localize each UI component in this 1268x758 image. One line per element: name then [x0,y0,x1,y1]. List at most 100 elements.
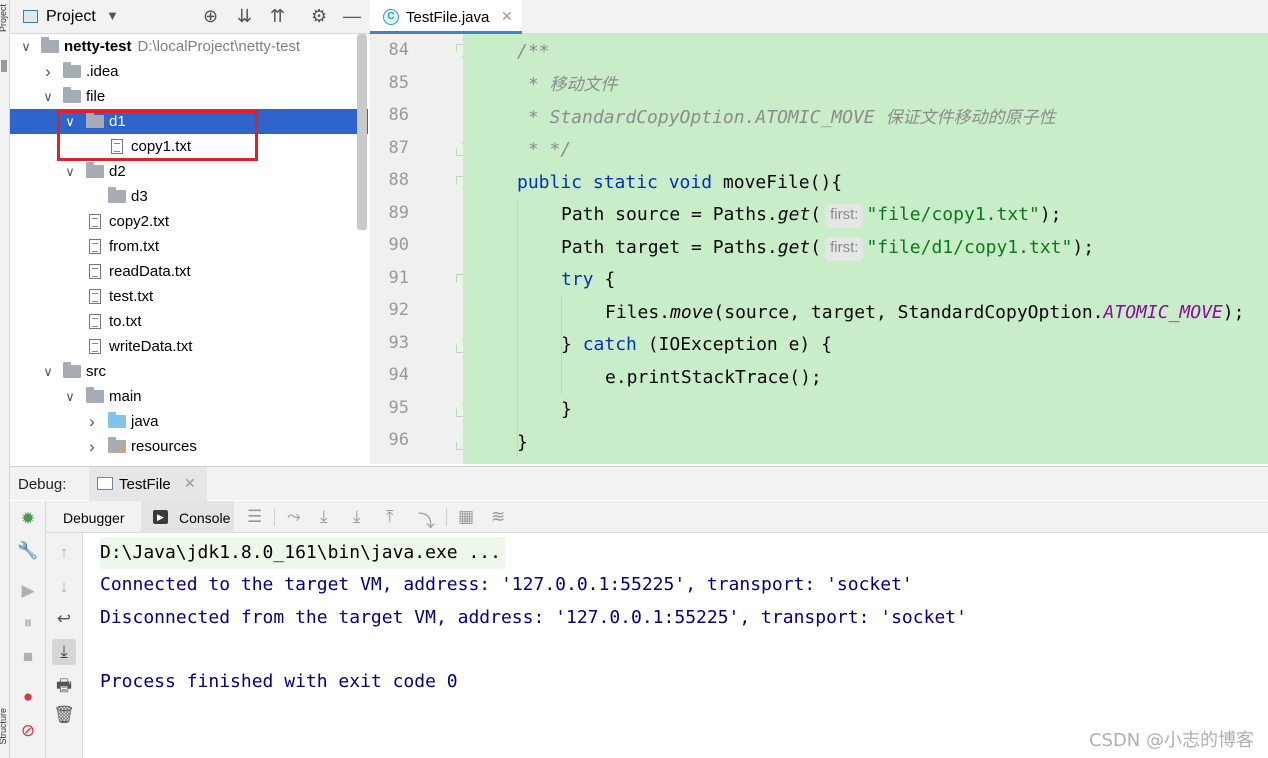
trace-settings-icon[interactable]: ≋ [491,507,505,527]
down-arrow-icon[interactable]: ↓ [52,577,76,597]
tree-item[interactable]: ∨ netty-test D:\localProject\netty-test [10,34,368,59]
up-arrow-icon[interactable]: ↑ [52,543,76,563]
line-number: 94 [388,365,409,385]
resume-icon[interactable]: ▶ [16,581,40,601]
chevron-down-icon[interactable]: ∨ [42,84,54,109]
text-file-icon [89,239,101,254]
editor-gutter: 84 85 86 87 88 89 90 91 92 93 94 95 96 [370,34,469,464]
tree-item[interactable]: › .idea [10,59,368,84]
folder-icon [63,362,81,378]
chevron-down-icon[interactable]: ∨ [64,159,76,184]
folder-icon [63,87,81,103]
tree-item[interactable]: writeData.txt [10,334,368,359]
toolbar-separator [274,508,275,526]
console-toolbar: ↑ ↓ ↩ ⤓ 🖶 🗑 [46,533,83,758]
code-line-92: Files.move(source, target, StandardCopyO… [605,302,1245,323]
locate-icon[interactable]: ⊕ [203,6,218,26]
tree-item[interactable]: test.txt [10,284,368,309]
scroll-to-end-icon[interactable]: ⤓ [52,639,76,665]
folder-icon [63,62,81,78]
debug-label: Debug: [18,476,67,493]
tab-debugger[interactable]: Debugger [63,510,125,526]
tree-item[interactable]: readData.txt [10,259,368,284]
tree-item[interactable]: copy2.txt [10,209,368,234]
tree-item[interactable]: ∨ file [10,84,368,109]
step-over-icon[interactable]: ⤓ [320,507,328,527]
trash-icon[interactable]: 🗑 [52,705,76,725]
tree-item-label: test.txt [109,288,154,305]
module-folder-icon [41,37,59,53]
code-line-86: * StandardCopyOption.ATOMIC_MOVE 保证文件移动的… [517,107,1056,128]
chevron-down-icon[interactable]: ∨ [20,34,32,59]
collapse-all-icon[interactable]: ⇈ [270,6,285,26]
chevron-right-icon[interactable]: › [86,434,98,459]
step-into-icon[interactable]: ⤓ [353,507,361,527]
text-file-icon [89,289,101,304]
tree-item[interactable]: to.txt [10,309,368,334]
close-session-icon[interactable]: ✕ [184,475,196,492]
line-number: 88 [388,170,409,190]
tree-item[interactable]: › java [10,409,368,434]
text-file-icon [89,314,101,329]
tree-item-label: file [86,88,106,105]
tree-item[interactable]: ∨ src [10,359,368,384]
code-line-89: Path source = Paths.get(first: "file/copy… [561,198,1062,231]
text-file-icon [89,264,101,279]
tree-item-label: writeData.txt [109,338,193,355]
gear-icon[interactable]: ⚙ [311,6,327,26]
tab-label: TestFile.java [406,9,490,26]
step-out-icon[interactable]: ⤒ [386,507,394,527]
parameter-hint: first: [825,204,864,228]
text-file-icon [89,214,101,229]
tree-item-label: d2 [109,163,126,180]
tree-item[interactable]: d3 [10,184,368,209]
tab-testfile-java[interactable]: C TestFile.java ✕ [370,0,522,34]
console-output[interactable]: D:\Java\jdk1.8.0_161\bin\java.exe ... Con… [84,533,1268,758]
rerun-debug-icon[interactable]: ✹ [16,509,40,529]
tree-item[interactable]: from.txt [10,234,368,259]
tree-item[interactable]: › resources [10,434,368,459]
code-editor[interactable]: /** * 移动文件 * StandardCopyOption.ATOMIC_M… [463,34,1268,464]
pause-icon[interactable]: ⏸ [16,613,40,633]
soft-wrap-icon[interactable]: ↩ [52,609,76,629]
chevron-down-icon[interactable]: ∨ [64,384,76,409]
toolbar-separator [446,508,447,526]
code-line-91: try { [561,269,616,290]
mute-breakpoints-icon[interactable]: ⊘ [16,721,40,741]
tab-console-label: Console [179,510,231,526]
project-tool-window-tab[interactable]: Project [0,4,8,32]
structure-tool-window-tab[interactable]: Structure [0,708,8,745]
view-breakpoints-icon[interactable]: ● [16,687,40,707]
line-number: 95 [388,397,409,418]
tree-scrollbar[interactable] [357,34,367,230]
print-icon[interactable]: 🖶 [52,673,76,702]
layout-menu-icon[interactable]: ☰ [247,507,262,527]
chevron-right-icon[interactable]: › [86,409,98,434]
minimize-icon[interactable]: — [343,6,361,26]
tree-item-label: from.txt [109,238,160,255]
line-number: 84 [388,40,409,60]
tree-item[interactable]: ∨ d2 [10,159,368,184]
project-view-selector[interactable]: Project [46,8,96,26]
show-execution-point-icon[interactable]: ⤳ [287,507,301,527]
console-line: Connected to the target VM, address: '12… [100,574,913,596]
expand-all-icon[interactable]: ⇊ [237,6,252,26]
tree-item-label: to.txt [109,313,142,330]
project-tree: ∨ netty-test D:\localProject\netty-test › .i… [10,34,370,464]
tree-item-label: .idea [86,63,119,80]
chevron-down-icon[interactable]: ▼ [106,8,119,23]
tab-console[interactable]: ▶ Console [141,501,234,533]
folder-icon [86,162,104,178]
chevron-down-icon[interactable]: ∨ [42,359,54,384]
chevron-right-icon[interactable]: › [42,59,54,84]
evaluate-expression-icon[interactable]: ▦ [458,507,474,527]
wrench-icon[interactable]: 🔧 [16,541,40,561]
tree-item-label: main [109,388,142,405]
close-tab-icon[interactable]: ✕ [501,8,513,25]
debug-tool-window-header: Debug: TestFile ✕ [10,466,1268,501]
stop-icon[interactable]: ■ [16,647,40,667]
editor-tab-bar: C TestFile.java ✕ [370,0,1268,34]
debug-session-tab[interactable]: TestFile ✕ [89,467,207,501]
tree-item[interactable]: ∨ main [10,384,368,409]
run-to-cursor-icon[interactable]: ⤵ [418,507,435,532]
